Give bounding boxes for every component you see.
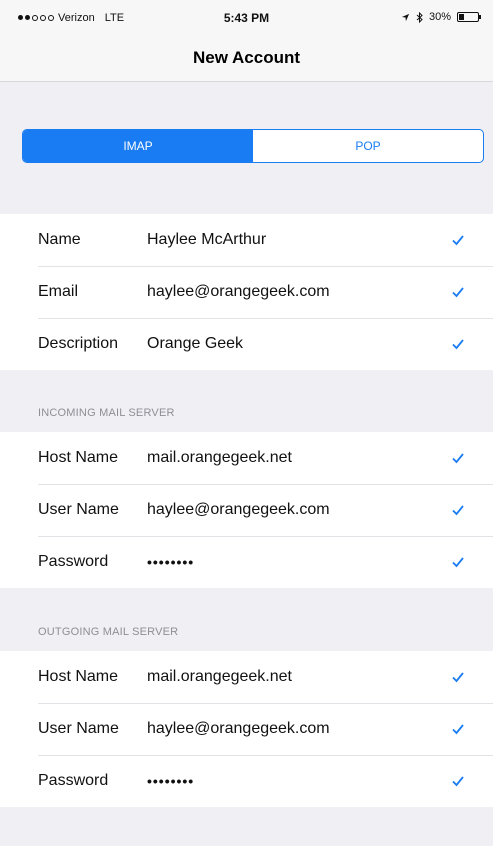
outgoing-password-row[interactable]: Password •••••••• xyxy=(0,755,493,807)
battery-level xyxy=(459,14,464,20)
status-bar: Verizon LTE 5:43 PM 30% xyxy=(0,0,493,36)
description-label: Description xyxy=(38,335,119,352)
outgoing-username-label: User Name xyxy=(38,720,119,737)
checkmark-icon xyxy=(452,235,464,246)
email-row[interactable]: Email haylee@orangegeek.com xyxy=(0,266,493,318)
outgoing-username-row[interactable]: User Name haylee@orangegeek.com xyxy=(0,703,493,755)
outgoing-password-label: Password xyxy=(38,772,109,789)
account-info-group: Name Haylee McArthur Email haylee@orange… xyxy=(0,214,493,370)
outgoing-server-group: Host Name mail.orangegeek.net User Name … xyxy=(0,651,493,807)
outgoing-host-field[interactable]: mail.orangegeek.net xyxy=(147,668,292,686)
location-arrow-icon xyxy=(401,13,410,21)
new-account-screen: Verizon LTE 5:43 PM 30% New Account IMAP… xyxy=(0,0,493,846)
status-right: 30% xyxy=(401,11,481,23)
segment-pop[interactable]: POP xyxy=(253,130,483,162)
description-field[interactable]: Orange Geek xyxy=(147,335,243,353)
page-title: New Account xyxy=(192,48,301,67)
incoming-section-header: INCOMING MAIL SERVER xyxy=(38,407,175,419)
outgoing-password-field[interactable]: •••••••• xyxy=(147,773,194,789)
name-field[interactable]: Haylee McArthur xyxy=(147,231,266,249)
incoming-password-field[interactable]: •••••••• xyxy=(147,554,194,570)
segment-imap[interactable]: IMAP xyxy=(23,130,253,162)
outgoing-host-row[interactable]: Host Name mail.orangegeek.net xyxy=(0,651,493,703)
outgoing-username-field[interactable]: haylee@orangegeek.com xyxy=(147,720,330,738)
checkmark-icon xyxy=(452,505,464,516)
account-type-segmented-control: IMAP POP xyxy=(22,129,484,163)
checkmark-icon xyxy=(452,724,464,735)
checkmark-icon xyxy=(452,557,464,568)
navigation-bar: New Account xyxy=(0,36,493,82)
incoming-server-group: Host Name mail.orangegeek.net User Name … xyxy=(0,432,493,588)
name-row[interactable]: Name Haylee McArthur xyxy=(0,214,493,266)
incoming-password-row[interactable]: Password •••••••• xyxy=(0,536,493,588)
incoming-host-field[interactable]: mail.orangegeek.net xyxy=(147,449,292,467)
checkmark-icon xyxy=(452,287,464,298)
incoming-username-row[interactable]: User Name haylee@orangegeek.com xyxy=(0,484,493,536)
description-row[interactable]: Description Orange Geek xyxy=(0,318,493,370)
checkmark-icon xyxy=(452,339,464,350)
checkmark-icon xyxy=(452,672,464,683)
battery-percent: 30% xyxy=(428,11,451,23)
incoming-password-label: Password xyxy=(38,553,109,570)
bluetooth-icon xyxy=(416,11,423,23)
name-label: Name xyxy=(38,231,81,248)
email-label: Email xyxy=(38,283,79,300)
incoming-host-row[interactable]: Host Name mail.orangegeek.net xyxy=(0,432,493,484)
incoming-username-field[interactable]: haylee@orangegeek.com xyxy=(147,501,330,519)
email-field[interactable]: haylee@orangegeek.com xyxy=(147,283,330,301)
incoming-host-label: Host Name xyxy=(38,449,119,466)
battery-icon xyxy=(457,12,481,22)
outgoing-section-header: OUTGOING MAIL SERVER xyxy=(38,626,179,638)
checkmark-icon xyxy=(452,776,464,787)
incoming-username-label: User Name xyxy=(38,501,119,518)
outgoing-host-label: Host Name xyxy=(38,668,119,685)
checkmark-icon xyxy=(452,453,464,464)
